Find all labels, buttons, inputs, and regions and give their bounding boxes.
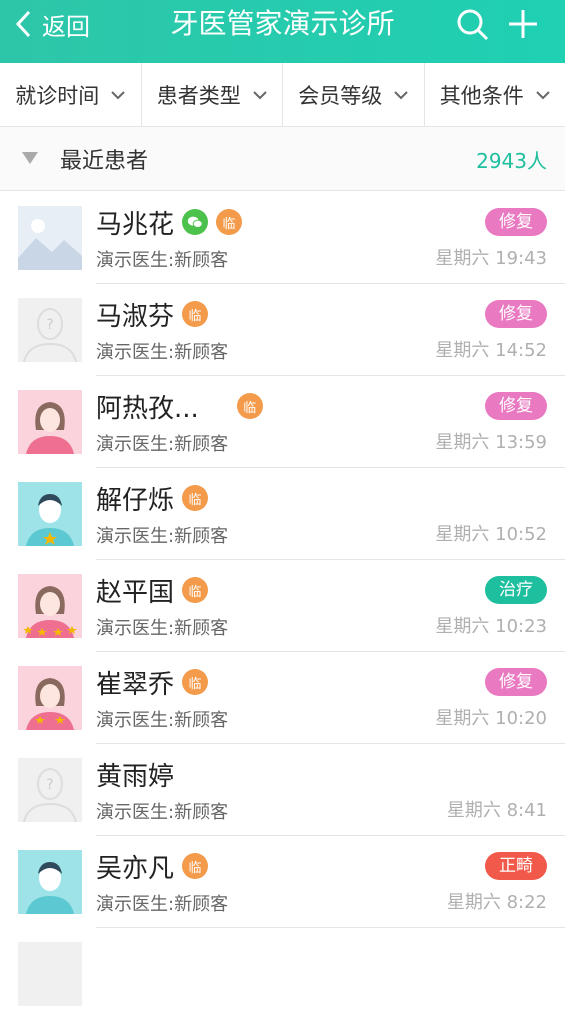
patient-row[interactable]: 赵平国 临 演示医生:新顾客 治疗 星期六 10:23 xyxy=(0,560,565,652)
visit-time: 星期六 19:43 xyxy=(435,244,547,270)
default-avatar-icon: ? xyxy=(18,298,82,362)
recent-patients-header[interactable]: 最近患者 2943人 xyxy=(0,127,565,191)
temporary-badge: 临 xyxy=(182,301,208,327)
visit-time: 星期六 10:20 xyxy=(435,704,547,730)
add-icon[interactable] xyxy=(507,8,539,40)
collapse-triangle-icon xyxy=(22,152,38,164)
doctor-label: 演示医生:新顾客 xyxy=(96,614,228,640)
top-bar: 返回 牙医管家演示诊所 xyxy=(0,0,565,63)
patient-name: 赵平国 xyxy=(96,572,174,609)
filter-label: 其他条件 xyxy=(440,80,524,110)
filter-label: 患者类型 xyxy=(157,80,241,110)
patient-name: 崔翠乔 xyxy=(96,664,174,701)
avatar xyxy=(18,666,82,730)
temporary-badge: 临 xyxy=(182,853,208,879)
chevron-down-icon xyxy=(536,90,550,100)
avatar xyxy=(18,850,82,914)
patient-row[interactable]: 阿热孜... 临 演示医生:新顾客 修复 星期六 13:59 xyxy=(0,376,565,468)
wechat-icon xyxy=(182,209,208,235)
female-avatar-icon xyxy=(18,574,82,638)
temporary-badge: 临 xyxy=(237,393,263,419)
temporary-badge: 临 xyxy=(182,485,208,511)
temporary-badge: 临 xyxy=(182,577,208,603)
avatar xyxy=(18,206,82,270)
patient-row[interactable]: 马兆花 临 演示医生:新顾客 修复 星期六 19:43 xyxy=(0,192,565,284)
male-avatar-icon xyxy=(18,850,82,914)
treatment-tag: 治疗 xyxy=(485,576,547,604)
patient-row[interactable]: ? 马淑芬 临 演示医生:新顾客 修复 星期六 14:52 xyxy=(0,284,565,376)
visit-time: 星期六 14:52 xyxy=(435,336,547,362)
patient-row[interactable]: ? 黄雨婷 演示医生:新顾客 星期六 8:41 xyxy=(0,744,565,836)
treatment-tag: 正畸 xyxy=(485,852,547,880)
avatar: ? xyxy=(18,758,82,822)
female-avatar-icon xyxy=(18,390,82,454)
patient-name: 阿热孜... xyxy=(96,388,199,425)
chevron-down-icon xyxy=(111,90,125,100)
visit-time: 星期六 10:52 xyxy=(435,520,547,546)
chevron-down-icon xyxy=(394,90,408,100)
temporary-badge: 临 xyxy=(216,209,242,235)
treatment-tag: 修复 xyxy=(485,300,547,328)
avatar xyxy=(18,390,82,454)
patient-name: 马淑芬 xyxy=(96,296,174,333)
svg-text:?: ? xyxy=(46,777,53,793)
search-icon[interactable] xyxy=(456,8,490,42)
visit-time: 星期六 10:23 xyxy=(435,612,547,638)
temporary-badge: 临 xyxy=(182,669,208,695)
default-avatar-icon: ? xyxy=(18,758,82,822)
patient-row-partial[interactable] xyxy=(0,928,565,1020)
svg-text:?: ? xyxy=(46,317,53,333)
patient-name: 吴亦凡 xyxy=(96,848,174,885)
filter-bar: 就诊时间 患者类型 会员等级 其他条件 xyxy=(0,63,565,127)
landscape-photo-icon xyxy=(18,206,82,270)
doctor-label: 演示医生:新顾客 xyxy=(96,430,228,456)
patient-list: 马兆花 临 演示医生:新顾客 修复 星期六 19:43 ? 马淑芬 临 演示医生… xyxy=(0,192,565,1020)
visit-time: 星期六 8:22 xyxy=(447,888,547,914)
patient-name: 马兆花 xyxy=(96,204,174,241)
doctor-label: 演示医生:新顾客 xyxy=(96,246,228,272)
doctor-label: 演示医生:新顾客 xyxy=(96,890,228,916)
filter-member-level[interactable]: 会员等级 xyxy=(283,63,425,126)
section-label: 最近患者 xyxy=(60,143,148,175)
male-avatar-icon xyxy=(18,482,82,546)
avatar: ? xyxy=(18,298,82,362)
female-avatar-icon xyxy=(18,666,82,730)
avatar xyxy=(18,574,82,638)
patient-row[interactable]: 吴亦凡 临 演示医生:新顾客 正畸 星期六 8:22 xyxy=(0,836,565,928)
filter-patient-type[interactable]: 患者类型 xyxy=(142,63,284,126)
filter-label: 会员等级 xyxy=(298,80,382,110)
default-avatar-icon xyxy=(18,942,82,1006)
patient-row[interactable]: 解仔烁 临 演示医生:新顾客 星期六 10:52 xyxy=(0,468,565,560)
patient-name: 解仔烁 xyxy=(96,480,174,517)
doctor-label: 演示医生:新顾客 xyxy=(96,798,228,824)
filter-other[interactable]: 其他条件 xyxy=(425,63,565,126)
treatment-tag: 修复 xyxy=(485,668,547,696)
avatar xyxy=(18,942,82,1006)
filter-visit-time[interactable]: 就诊时间 xyxy=(0,63,142,126)
filter-label: 就诊时间 xyxy=(15,80,99,110)
patient-count: 2943人 xyxy=(476,145,547,174)
treatment-tag: 修复 xyxy=(485,208,547,236)
visit-time: 星期六 8:41 xyxy=(447,796,547,822)
patient-row[interactable]: 崔翠乔 临 演示医生:新顾客 修复 星期六 10:20 xyxy=(0,652,565,744)
doctor-label: 演示医生:新顾客 xyxy=(96,522,228,548)
patient-name: 黄雨婷 xyxy=(96,756,174,793)
treatment-tag: 修复 xyxy=(485,392,547,420)
doctor-label: 演示医生:新顾客 xyxy=(96,338,228,364)
doctor-label: 演示医生:新顾客 xyxy=(96,706,228,732)
avatar xyxy=(18,482,82,546)
chevron-down-icon xyxy=(253,90,267,100)
visit-time: 星期六 13:59 xyxy=(435,428,547,454)
